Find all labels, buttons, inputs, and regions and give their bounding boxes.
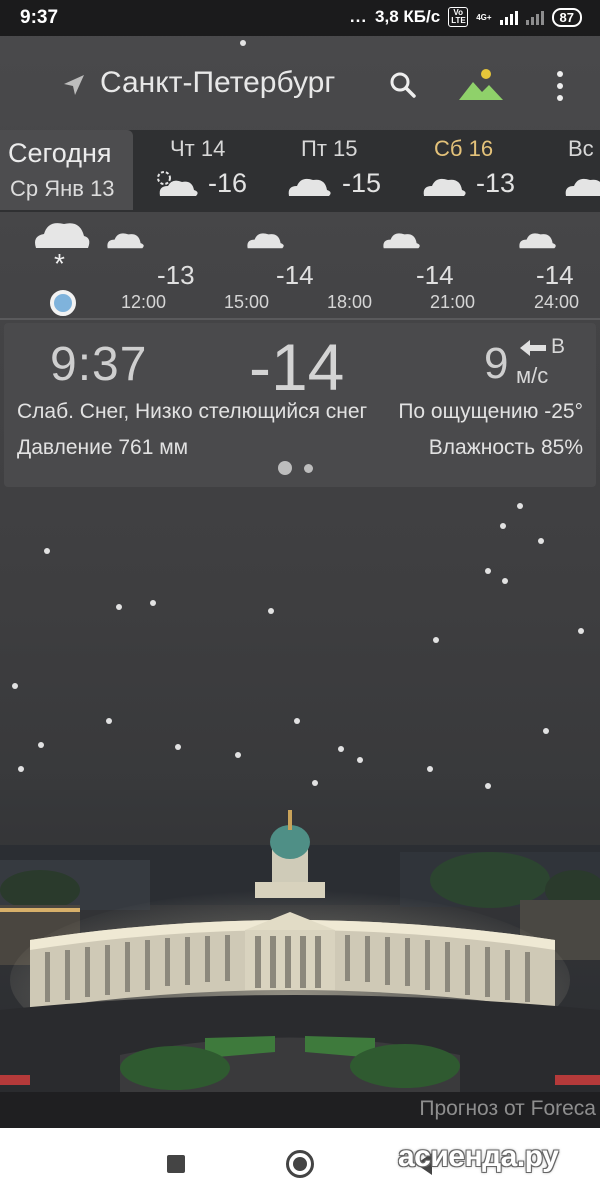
hour-temp: -14	[536, 260, 574, 290]
today-date: Ср Янв 13	[10, 176, 115, 201]
forecast-credit[interactable]: Прогноз от Foreca	[419, 1097, 596, 1121]
cloud-icon	[519, 233, 556, 249]
snowflake	[44, 548, 50, 554]
hour-temp: -14	[276, 260, 314, 290]
tab-day-sat[interactable]: Сб 16 -13	[420, 130, 530, 210]
snowflake	[502, 578, 508, 584]
status-bar: 9:37 ... 3,8 КБ/с Vo LTE 4G+ 87	[0, 0, 600, 36]
location-arrow-icon[interactable]	[60, 71, 88, 99]
day-temp: -15	[342, 168, 382, 198]
landscape-icon[interactable]	[458, 68, 504, 102]
signal-icon-2	[525, 9, 544, 25]
tab-today[interactable]: Сегодня Ср Янв 13	[0, 130, 133, 210]
current-conditions-panel[interactable]: 9:37 -14 9 В м/с Слаб. Снег, Низко стелю…	[4, 323, 596, 487]
hourly-forecast[interactable]: -13 -14 -14 -14 12:00 15:00 18:00 21:00 …	[0, 212, 600, 320]
wind-speed: 9	[484, 339, 509, 388]
snow-symbol: *	[54, 248, 65, 279]
day-temp: -13	[476, 168, 516, 198]
hour-time: 15:00	[224, 292, 270, 312]
hour-time: 24:00	[534, 292, 580, 312]
credit-bar: Прогноз от Foreca	[0, 1092, 600, 1128]
hour-time: 12:00	[121, 292, 167, 312]
wind-direction: В	[551, 335, 566, 358]
status-dots: ...	[349, 7, 368, 26]
battery-indicator: 87	[551, 7, 582, 27]
snowflake	[357, 757, 363, 763]
cloud-icon	[107, 233, 144, 249]
day-tabs: Сегодня Ср Янв 13 Чт 14 -16 Пт 15 -15 Сб…	[0, 130, 600, 212]
network-speed: 3,8 КБ/с	[375, 7, 441, 26]
watermark: асиенда.ру	[398, 1140, 559, 1173]
status-time: 9:37	[20, 7, 59, 28]
day-name: Вс	[568, 136, 594, 161]
cloud-icon	[247, 233, 284, 249]
cloud-icon	[288, 178, 331, 196]
tab-day-thu[interactable]: Чт 14 -16	[150, 130, 260, 210]
volte-badge: Vo LTE	[448, 7, 469, 27]
page-dot	[304, 463, 313, 473]
day-name: Пт 15	[301, 136, 358, 161]
hour-time: 18:00	[327, 292, 373, 312]
day-name: Сб 16	[434, 136, 494, 161]
app-toolbar: Санкт-Петербург	[0, 36, 600, 130]
snowflake	[106, 718, 112, 724]
partly-cloudy-icon	[157, 171, 198, 196]
snowflake	[433, 637, 439, 643]
tab-day-fri[interactable]: Пт 15 -15	[285, 130, 395, 210]
hour-temp: -14	[416, 260, 454, 290]
snowflake	[578, 628, 584, 634]
more-vert-icon[interactable]	[548, 68, 572, 104]
snowflake	[235, 752, 241, 758]
pressure: Давление 761 мм	[17, 436, 189, 459]
day-name: Чт 14	[170, 136, 226, 161]
cloud-icon	[423, 178, 466, 196]
weather-screen: 9:37 ... 3,8 КБ/с Vo LTE 4G+ 87 Санкт-Пе…	[0, 0, 600, 1200]
snowflake	[312, 780, 318, 786]
snowflake	[485, 783, 491, 789]
current-clock: 9:37	[50, 338, 148, 391]
status-right: ... 3,8 КБ/с Vo LTE 4G+ 87	[350, 7, 582, 27]
snowflake	[175, 744, 181, 750]
home-button[interactable]	[286, 1150, 314, 1178]
cloud-icon	[383, 233, 420, 249]
condition-text: Слаб. Снег, Низко стелющийся снег	[17, 400, 368, 423]
page-dot-active	[278, 461, 292, 475]
cloud-icon	[565, 178, 600, 196]
search-icon[interactable]	[388, 70, 418, 100]
current-temperature: -14	[249, 330, 345, 404]
hour-time: 21:00	[430, 292, 476, 312]
snowflake	[500, 523, 506, 529]
signal-badge: 4G+	[476, 12, 492, 22]
snowflake	[543, 728, 549, 734]
day-temp: -16	[208, 168, 248, 198]
divider	[0, 318, 600, 320]
system-navigation-bar: асиенда.ру	[0, 1128, 600, 1200]
signal-icon	[499, 9, 518, 25]
hour-temp: -13	[157, 260, 195, 290]
tab-day-sun[interactable]: Вс	[560, 130, 600, 210]
snowflake	[338, 746, 344, 752]
snowflake	[38, 742, 44, 748]
snowflake	[427, 766, 433, 772]
snowflake	[294, 718, 300, 724]
snow-cloud-icon	[35, 223, 90, 248]
page-indicator	[278, 461, 313, 475]
snowflake	[150, 600, 156, 606]
city-name[interactable]: Санкт-Петербург	[100, 66, 335, 100]
today-label: Сегодня	[8, 138, 112, 168]
snowflake	[12, 683, 18, 689]
snowflake	[116, 604, 122, 610]
cityscape-image	[0, 790, 600, 1092]
wind-unit: м/с	[516, 363, 549, 388]
feels-like: По ощущению -25°	[398, 400, 583, 423]
snowflake	[538, 538, 544, 544]
wind-arrow-icon	[520, 340, 546, 356]
current-time-marker	[50, 290, 76, 316]
snowflake	[485, 568, 491, 574]
snowflake	[18, 766, 24, 772]
snowflake	[517, 503, 523, 509]
humidity: Влажность 85%	[428, 436, 583, 459]
recent-apps-button[interactable]	[167, 1155, 185, 1173]
snowflake	[268, 608, 274, 614]
